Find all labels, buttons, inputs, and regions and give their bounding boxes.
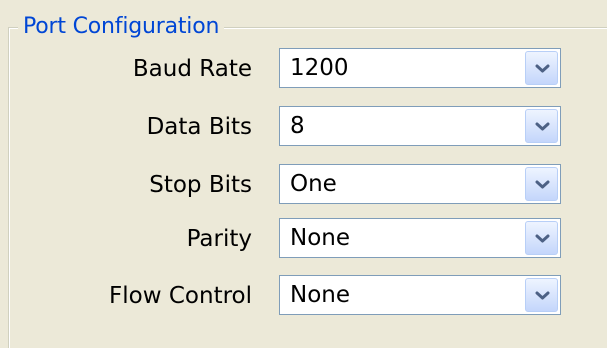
stop-bits-row: Stop Bits One bbox=[0, 164, 607, 206]
flow-control-label: Flow Control bbox=[109, 283, 252, 309]
data-bits-row: Data Bits 8 bbox=[0, 106, 607, 148]
baud-rate-combobox[interactable]: 1200 bbox=[279, 48, 561, 88]
baud-rate-label: Baud Rate bbox=[132, 56, 252, 82]
stop-bits-label: Stop Bits bbox=[149, 172, 252, 198]
baud-rate-dropdown-button[interactable] bbox=[525, 51, 558, 85]
parity-value: None bbox=[290, 225, 351, 251]
stop-bits-combobox[interactable]: One bbox=[279, 164, 561, 204]
parity-dropdown-button[interactable] bbox=[525, 221, 558, 255]
data-bits-dropdown-button[interactable] bbox=[525, 109, 558, 143]
flow-control-row: Flow Control None bbox=[0, 275, 607, 317]
baud-rate-value: 1200 bbox=[290, 55, 349, 81]
data-bits-combobox[interactable]: 8 bbox=[279, 106, 561, 146]
parity-row: Parity None bbox=[0, 218, 607, 260]
data-bits-label: Data Bits bbox=[146, 114, 252, 140]
stop-bits-dropdown-button[interactable] bbox=[525, 167, 558, 201]
chevron-down-icon bbox=[535, 180, 550, 189]
flow-control-dropdown-button[interactable] bbox=[525, 278, 558, 312]
chevron-down-icon bbox=[535, 122, 550, 131]
parity-combobox[interactable]: None bbox=[279, 218, 561, 258]
flow-control-value: None bbox=[290, 282, 351, 308]
data-bits-value: 8 bbox=[290, 113, 305, 139]
flow-control-combobox[interactable]: None bbox=[279, 275, 561, 315]
chevron-down-icon bbox=[535, 234, 550, 243]
baud-rate-row: Baud Rate 1200 bbox=[0, 48, 607, 90]
port-configuration-title: Port Configuration bbox=[18, 14, 225, 40]
stop-bits-value: One bbox=[290, 171, 337, 197]
parity-label: Parity bbox=[186, 226, 252, 252]
chevron-down-icon bbox=[535, 291, 550, 300]
chevron-down-icon bbox=[535, 64, 550, 73]
